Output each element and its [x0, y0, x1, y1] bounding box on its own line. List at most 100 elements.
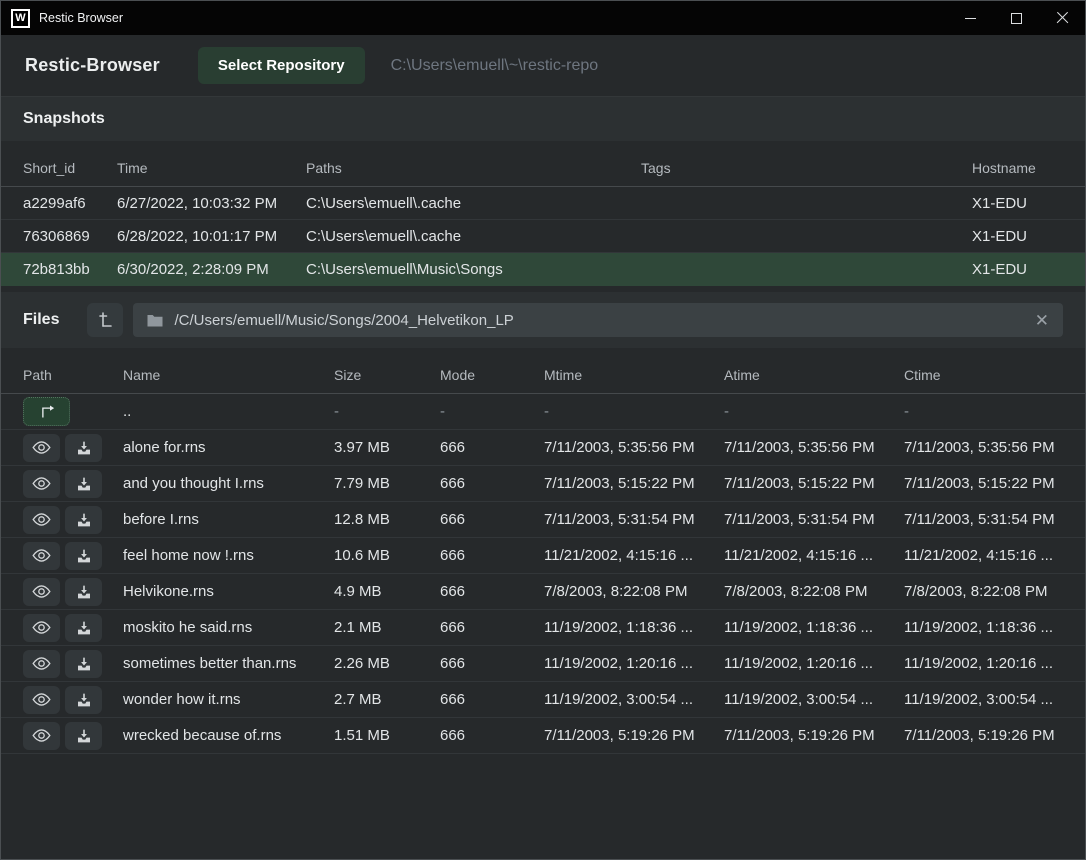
col-path: Path: [23, 367, 123, 383]
file-ctime-cell: 7/11/2003, 5:19:26 PM: [904, 727, 1069, 744]
file-ctime-cell: -: [904, 403, 1069, 420]
eye-icon: [32, 693, 51, 706]
preview-file-button[interactable]: [23, 578, 60, 606]
snapshots-heading: Snapshots: [23, 110, 105, 128]
file-atime-cell: 11/19/2002, 1:20:16 ...: [724, 655, 904, 672]
file-mtime-cell: -: [544, 403, 724, 420]
col-tags: Tags: [641, 160, 972, 176]
preview-file-button[interactable]: [23, 722, 60, 750]
download-file-button[interactable]: [65, 542, 102, 570]
file-actions: [23, 650, 123, 678]
file-actions: [23, 614, 123, 642]
preview-file-button[interactable]: [23, 542, 60, 570]
file-size-cell: 2.26 MB: [334, 655, 440, 672]
file-row: moskito he said.rns2.1 MB66611/19/2002, …: [1, 610, 1085, 646]
eye-icon: [32, 585, 51, 598]
file-mode-cell: 666: [440, 547, 544, 564]
snapshot-hostname-cell: X1-EDU: [972, 261, 1069, 278]
file-ctime-cell: 11/19/2002, 1:20:16 ...: [904, 655, 1069, 672]
titlebar: W Restic Browser: [1, 1, 1085, 35]
file-mode-cell: -: [440, 403, 544, 420]
file-mtime-cell: 11/19/2002, 3:00:54 ...: [544, 691, 724, 708]
file-row: before I.rns12.8 MB6667/11/2003, 5:31:54…: [1, 502, 1085, 538]
col-mtime: Mtime: [544, 367, 724, 383]
file-ctime-cell: 11/19/2002, 3:00:54 ...: [904, 691, 1069, 708]
file-size-cell: 3.97 MB: [334, 439, 440, 456]
eye-icon: [32, 477, 51, 490]
preview-file-button[interactable]: [23, 506, 60, 534]
files-table-header: Path Name Size Mode Mtime Atime Ctime: [1, 348, 1085, 394]
file-atime-cell: 7/11/2003, 5:19:26 PM: [724, 727, 904, 744]
file-atime-cell: 7/11/2003, 5:15:22 PM: [724, 475, 904, 492]
close-button[interactable]: [1039, 1, 1085, 35]
file-size-cell: 7.79 MB: [334, 475, 440, 492]
file-atime-cell: 11/19/2002, 3:00:54 ...: [724, 691, 904, 708]
download-icon: [76, 476, 92, 492]
file-name-cell: wrecked because of.rns: [123, 727, 334, 744]
preview-file-button[interactable]: [23, 434, 60, 462]
download-icon: [76, 548, 92, 564]
preview-file-button[interactable]: [23, 686, 60, 714]
download-icon: [76, 656, 92, 672]
file-name-cell: wonder how it.rns: [123, 691, 334, 708]
snapshot-short-id-cell: a2299af6: [23, 195, 117, 212]
col-short-id: Short_id: [23, 160, 117, 176]
maximize-button[interactable]: [993, 1, 1039, 35]
file-atime-cell: 7/11/2003, 5:35:56 PM: [724, 439, 904, 456]
up-directory-button[interactable]: [23, 397, 70, 426]
download-file-button[interactable]: [65, 722, 102, 750]
file-row: feel home now !.rns10.6 MB66611/21/2002,…: [1, 538, 1085, 574]
file-mode-cell: 666: [440, 655, 544, 672]
snapshot-time-cell: 6/28/2022, 10:01:17 PM: [117, 228, 306, 245]
snapshot-hostname-cell: X1-EDU: [972, 228, 1069, 245]
files-path-input[interactable]: /C/Users/emuell/Music/Songs/2004_Helveti…: [133, 303, 1063, 337]
restic-browser-window: W Restic Browser Restic-Browser Select R…: [0, 0, 1086, 860]
file-actions: [23, 578, 123, 606]
file-name-cell: and you thought I.rns: [123, 475, 334, 492]
preview-file-button[interactable]: [23, 470, 60, 498]
preview-file-button[interactable]: [23, 614, 60, 642]
file-ctime-cell: 7/11/2003, 5:15:22 PM: [904, 475, 1069, 492]
file-mode-cell: 666: [440, 619, 544, 636]
file-name-cell: moskito he said.rns: [123, 619, 334, 636]
file-mtime-cell: 7/11/2003, 5:15:22 PM: [544, 475, 724, 492]
file-actions: [23, 686, 123, 714]
download-file-button[interactable]: [65, 614, 102, 642]
file-actions: [23, 506, 123, 534]
clear-path-icon[interactable]: ✕: [1035, 312, 1049, 329]
file-row: Helvikone.rns4.9 MB6667/8/2003, 8:22:08 …: [1, 574, 1085, 610]
select-repository-button[interactable]: Select Repository: [198, 47, 365, 84]
file-actions: [23, 470, 123, 498]
file-ctime-cell: 11/21/2002, 4:15:16 ...: [904, 547, 1069, 564]
snapshot-row[interactable]: a2299af66/27/2022, 10:03:32 PMC:\Users\e…: [1, 187, 1085, 220]
file-mtime-cell: 11/21/2002, 4:15:16 ...: [544, 547, 724, 564]
file-row: alone for.rns3.97 MB6667/11/2003, 5:35:5…: [1, 430, 1085, 466]
download-icon: [76, 584, 92, 600]
download-file-button[interactable]: [65, 470, 102, 498]
empty-area: [1, 754, 1085, 859]
snapshot-row[interactable]: 763068696/28/2022, 10:01:17 PMC:\Users\e…: [1, 220, 1085, 253]
file-row: wrecked because of.rns1.51 MB6667/11/200…: [1, 718, 1085, 754]
files-path-value: /C/Users/emuell/Music/Songs/2004_Helveti…: [174, 312, 513, 329]
parent-dir-row: ..-----: [1, 394, 1085, 430]
download-file-button[interactable]: [65, 578, 102, 606]
file-mtime-cell: 7/8/2003, 8:22:08 PM: [544, 583, 724, 600]
minimize-button[interactable]: [947, 1, 993, 35]
file-mtime-cell: 7/11/2003, 5:19:26 PM: [544, 727, 724, 744]
download-file-button[interactable]: [65, 650, 102, 678]
tree-icon: [97, 311, 114, 329]
download-file-button[interactable]: [65, 686, 102, 714]
tree-view-button[interactable]: [87, 303, 123, 337]
file-ctime-cell: 7/8/2003, 8:22:08 PM: [904, 583, 1069, 600]
header: Restic-Browser Select Repository C:\User…: [1, 35, 1085, 97]
preview-file-button[interactable]: [23, 650, 60, 678]
snapshots-table-body: a2299af66/27/2022, 10:03:32 PMC:\Users\e…: [1, 187, 1085, 286]
file-name-cell: alone for.rns: [123, 439, 334, 456]
app-title: Restic-Browser: [25, 55, 160, 76]
file-name-cell: feel home now !.rns: [123, 547, 334, 564]
file-atime-cell: -: [724, 403, 904, 420]
download-file-button[interactable]: [65, 506, 102, 534]
download-file-button[interactable]: [65, 434, 102, 462]
eye-icon: [32, 441, 51, 454]
snapshot-row[interactable]: 72b813bb6/30/2022, 2:28:09 PMC:\Users\em…: [1, 253, 1085, 286]
